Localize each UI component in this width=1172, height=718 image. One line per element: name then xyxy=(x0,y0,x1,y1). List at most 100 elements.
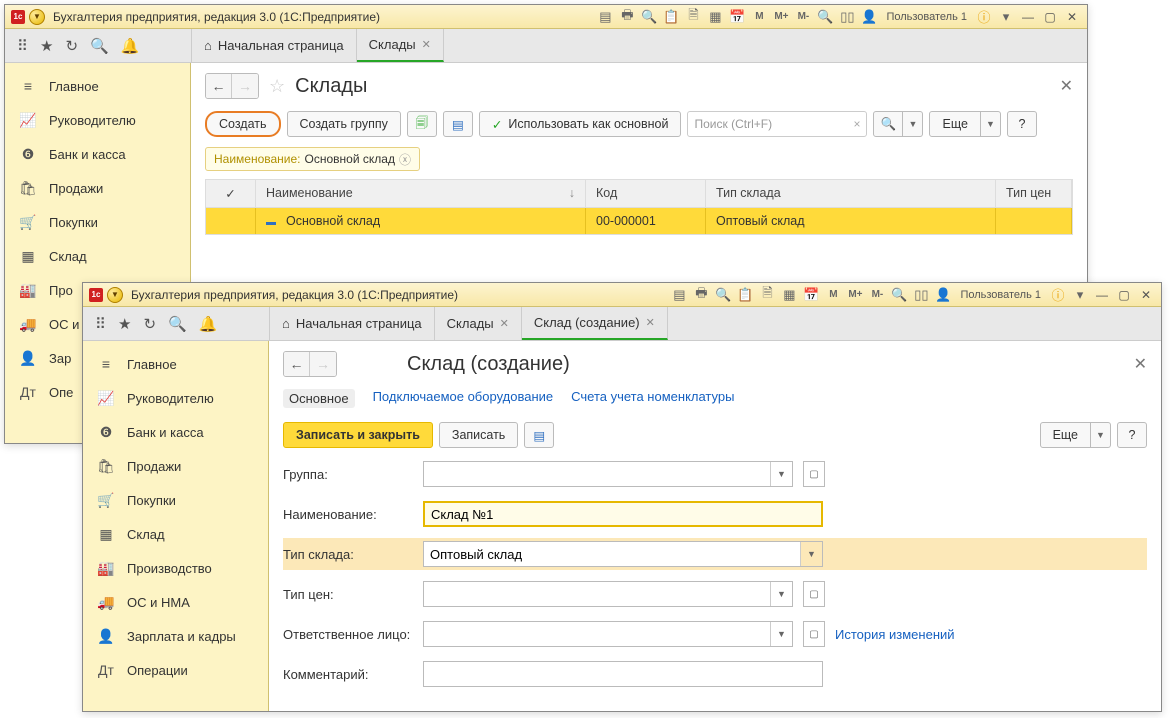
subtab-acct[interactable]: Счета учета номенклатуры xyxy=(571,389,734,408)
print-icon[interactable]: 🖶 xyxy=(618,8,636,26)
user-label[interactable]: Пользователь 1 xyxy=(956,289,1045,301)
tab-sklady[interactable]: Склады ✕ xyxy=(357,29,444,62)
chevron-down-icon[interactable]: ▼ xyxy=(770,622,792,646)
m-minus-icon[interactable]: M- xyxy=(868,286,886,304)
type-combo[interactable]: ▼ xyxy=(423,541,823,567)
bell-icon[interactable]: 🔔 xyxy=(121,37,140,55)
calendar-icon[interactable]: 📅 xyxy=(728,8,746,26)
more-dd[interactable]: ▼ xyxy=(981,111,1001,137)
print-icon[interactable]: 🖶 xyxy=(692,286,710,304)
name-input[interactable] xyxy=(423,501,823,527)
apps-icon[interactable]: ⠿ xyxy=(17,37,28,55)
help-button[interactable]: ? xyxy=(1007,111,1037,137)
calendar-icon[interactable]: 📅 xyxy=(802,286,820,304)
app-menu-dropdown[interactable]: ▼ xyxy=(29,9,45,25)
search-nav-icon[interactable]: 🔍 xyxy=(168,315,187,333)
sidebar-item[interactable]: ❻Банк и касса xyxy=(5,137,190,171)
clipboard-icon[interactable]: 📋 xyxy=(662,8,680,26)
zoom-icon[interactable]: 🔍 xyxy=(816,8,834,26)
chevron-down-icon[interactable]: ▼ xyxy=(770,462,792,486)
page-close-icon[interactable]: ✕ xyxy=(1060,76,1073,96)
list-button[interactable]: ▤ xyxy=(443,111,473,137)
th-price[interactable]: Тип цен xyxy=(996,180,1072,207)
dropdown-icon[interactable]: ▾ xyxy=(997,8,1015,26)
star-icon[interactable]: ☆ xyxy=(269,76,285,97)
sidebar-item[interactable]: 🛍Продажи xyxy=(83,449,268,483)
create-group-button[interactable]: Создать группу xyxy=(287,111,401,137)
comment-input[interactable] xyxy=(423,661,823,687)
history-icon[interactable]: ↻ xyxy=(65,37,78,55)
list-button[interactable]: ▤ xyxy=(524,422,554,448)
pricetype-input[interactable] xyxy=(424,582,770,606)
tab-sklad-create[interactable]: Склад (создание) ✕ xyxy=(522,307,668,340)
open-ref-button[interactable]: ▢ xyxy=(803,581,825,607)
page-close-icon[interactable]: ✕ xyxy=(1134,354,1147,374)
save-close-button[interactable]: Записать и закрыть xyxy=(283,422,433,448)
doc-icon[interactable]: 🗎 xyxy=(684,8,702,26)
search-dd[interactable]: ▼ xyxy=(903,111,923,137)
forward-button[interactable]: → xyxy=(310,352,336,376)
copy-button[interactable]: 🗐 xyxy=(407,111,437,137)
group-input[interactable] xyxy=(424,462,770,486)
minimize-button[interactable]: — xyxy=(1019,9,1037,25)
sidebar-item[interactable]: 📈Руководителю xyxy=(5,103,190,137)
clear-icon[interactable]: × xyxy=(853,117,860,131)
sidebar-item[interactable]: ▦Склад xyxy=(83,517,268,551)
back-button[interactable]: ← xyxy=(284,352,310,376)
search-icon[interactable]: 🔍 xyxy=(640,8,658,26)
sidebar-item[interactable]: ≡Главное xyxy=(83,347,268,381)
favorite-icon[interactable]: ★ xyxy=(118,315,131,333)
close-icon[interactable]: ✕ xyxy=(422,38,431,51)
sidebar-item[interactable]: 🏭Производство xyxy=(83,551,268,585)
create-button[interactable]: Создать xyxy=(205,111,281,137)
doc-icon[interactable]: 🗎 xyxy=(758,286,776,304)
apps-icon[interactable]: ⠿ xyxy=(95,315,106,333)
responsible-input[interactable] xyxy=(424,622,770,646)
type-input[interactable] xyxy=(424,542,800,566)
zoom-icon[interactable]: 🔍 xyxy=(890,286,908,304)
help-button[interactable]: ? xyxy=(1117,422,1147,448)
info-icon[interactable]: ⓘ xyxy=(1049,286,1067,304)
sidebar-item[interactable]: 🚚ОС и НМА xyxy=(83,585,268,619)
more-button[interactable]: Еще xyxy=(1040,422,1091,448)
tab-sklady[interactable]: Склады ✕ xyxy=(435,307,522,340)
use-default-button[interactable]: ✓Использовать как основной xyxy=(479,111,682,137)
sidebar-item[interactable]: 🛍Продажи xyxy=(5,171,190,205)
pricetype-combo[interactable]: ▼ xyxy=(423,581,793,607)
clipboard-icon[interactable]: 📋 xyxy=(736,286,754,304)
m-minus-icon[interactable]: M- xyxy=(794,8,812,26)
sidebar-item[interactable]: 🛒Покупки xyxy=(5,205,190,239)
favorite-icon[interactable]: ★ xyxy=(40,37,53,55)
user-label[interactable]: Пользователь 1 xyxy=(882,11,971,23)
save-button[interactable]: Записать xyxy=(439,422,518,448)
maximize-button[interactable]: ▢ xyxy=(1041,9,1059,25)
tab-home[interactable]: ⌂ Начальная страница xyxy=(191,29,357,62)
info-icon[interactable]: ⓘ xyxy=(975,8,993,26)
search-nav-icon[interactable]: 🔍 xyxy=(90,37,109,55)
tab-home[interactable]: ⌂ Начальная страница xyxy=(269,307,435,340)
sidebar-item[interactable]: 📈Руководителю xyxy=(83,381,268,415)
search-icon[interactable]: 🔍 xyxy=(714,286,732,304)
back-button[interactable]: ← xyxy=(206,74,232,98)
th-type[interactable]: Тип склада xyxy=(706,180,996,207)
close-icon[interactable]: ✕ xyxy=(646,316,655,329)
open-ref-button[interactable]: ▢ xyxy=(803,461,825,487)
bell-icon[interactable]: 🔔 xyxy=(199,315,218,333)
calc-icon[interactable]: ▦ xyxy=(780,286,798,304)
close-button[interactable]: ✕ xyxy=(1063,9,1081,25)
grid-icon[interactable]: ▤ xyxy=(670,286,688,304)
m-plus-icon[interactable]: M+ xyxy=(772,8,790,26)
sidebar-item[interactable]: 🛒Покупки xyxy=(83,483,268,517)
m-icon[interactable]: M xyxy=(824,286,842,304)
th-name[interactable]: Наименование↓ xyxy=(256,180,586,207)
maximize-button[interactable]: ▢ xyxy=(1115,287,1133,303)
search-button[interactable]: 🔍 xyxy=(873,111,903,137)
sidebar-item[interactable]: ❻Банк и касса xyxy=(83,415,268,449)
grid-icon[interactable]: ▤ xyxy=(596,8,614,26)
open-ref-button[interactable]: ▢ xyxy=(803,621,825,647)
group-combo[interactable]: ▼ xyxy=(423,461,793,487)
close-button[interactable]: ✕ xyxy=(1137,287,1155,303)
search-input[interactable]: Поиск (Ctrl+F) × xyxy=(687,111,867,137)
history-link[interactable]: История изменений xyxy=(835,627,955,642)
close-icon[interactable]: ✕ xyxy=(500,317,509,330)
